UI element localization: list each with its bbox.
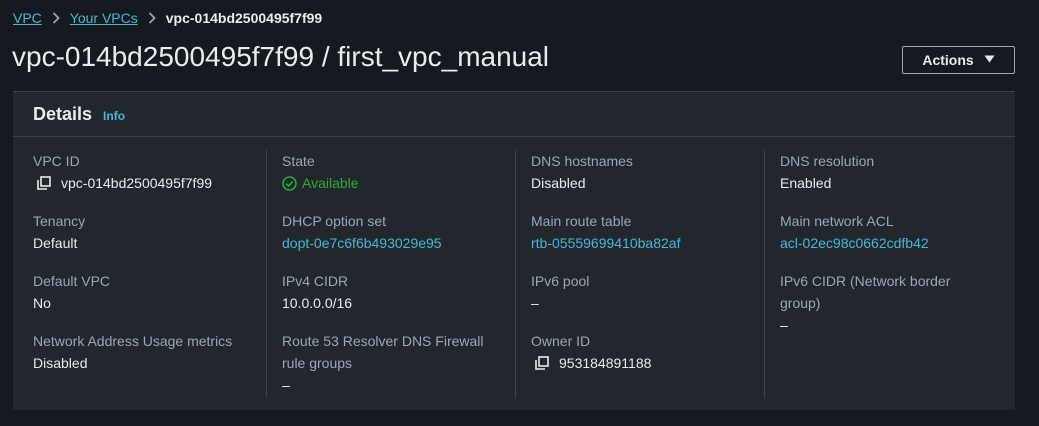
field-value: Disabled <box>33 355 88 371</box>
actions-label: Actions <box>922 52 974 68</box>
field-ipv6-cidr: IPv6 CIDR (Network border group) – <box>780 270 1009 352</box>
field-label: Route 53 Resolver DNS Firewall rule grou… <box>282 333 484 371</box>
main-route-table-link[interactable]: rtb-05559699410ba82af <box>531 232 760 254</box>
chevron-right-icon <box>52 12 60 24</box>
field-tenancy: Tenancy Default <box>33 210 262 270</box>
copy-icon[interactable] <box>531 356 549 370</box>
details-column-3: DNS hostnames Disabled Main route table … <box>511 150 760 398</box>
copy-icon[interactable] <box>33 176 51 190</box>
field-label: State <box>282 153 315 169</box>
field-label: Main route table <box>531 213 632 229</box>
breadcrumb-current: vpc-014bd2500495f7f99 <box>165 10 323 26</box>
field-dns-resolution: DNS resolution Enabled <box>780 150 1009 210</box>
main-network-acl-link[interactable]: acl-02ec98c0662cdfb42 <box>780 232 1009 254</box>
details-panel: Details Info VPC ID vpc-014bd2500495f7f9… <box>13 91 1015 410</box>
field-state: State Available <box>282 150 511 210</box>
field-label: Network Address Usage metrics <box>33 333 233 349</box>
field-label: Main network ACL <box>780 213 894 229</box>
state-value: Available <box>302 175 359 191</box>
check-circle-icon <box>282 175 297 191</box>
details-grid: VPC ID vpc-014bd2500495f7f99 Tenancy Def… <box>13 150 1015 398</box>
field-value: – <box>531 295 539 311</box>
field-label: IPv6 CIDR (Network border group) <box>780 273 951 311</box>
details-column-2: State Available DHCP option set dopt-0e7… <box>262 150 511 398</box>
field-value: Enabled <box>780 175 832 191</box>
field-label: Default VPC <box>33 273 111 289</box>
details-column-1: VPC ID vpc-014bd2500495f7f99 Tenancy Def… <box>13 150 262 398</box>
field-value: – <box>780 317 788 333</box>
field-value: No <box>33 295 51 311</box>
vpc-id-value: vpc-014bd2500495f7f99 <box>61 175 213 191</box>
field-value: Disabled <box>531 175 586 191</box>
owner-id-value: 953184891188 <box>559 355 652 371</box>
field-label: Tenancy <box>33 213 86 229</box>
field-main-network-acl: Main network ACL acl-02ec98c0662cdfb42 <box>780 210 1009 270</box>
details-column-4: DNS resolution Enabled Main network ACL … <box>760 150 1009 398</box>
field-dhcp-option-set: DHCP option set dopt-0e7c6f6b493029e95 <box>282 210 511 270</box>
field-default-vpc: Default VPC No <box>33 270 262 330</box>
field-label: DNS resolution <box>780 153 875 169</box>
field-main-route-table: Main route table rtb-05559699410ba82af <box>531 210 760 270</box>
field-value: Default <box>33 235 78 251</box>
field-label: Owner ID <box>531 333 591 349</box>
field-network-address-usage: Network Address Usage metrics Disabled <box>33 330 262 390</box>
field-vpc-id: VPC ID vpc-014bd2500495f7f99 <box>33 150 262 210</box>
field-ipv4-cidr: IPv4 CIDR 10.0.0.0/16 <box>282 270 511 330</box>
dhcp-option-set-link[interactable]: dopt-0e7c6f6b493029e95 <box>282 232 511 254</box>
details-header: Details Info <box>13 92 1015 137</box>
page-title: vpc-014bd2500495f7f99 / first_vpc_manual <box>12 41 550 72</box>
field-label: DNS hostnames <box>531 153 633 169</box>
field-label: IPv6 pool <box>531 273 590 289</box>
field-owner-id: Owner ID 953184891188 <box>531 330 760 390</box>
field-route53-firewall: Route 53 Resolver DNS Firewall rule grou… <box>282 330 511 412</box>
field-value: – <box>282 377 290 393</box>
field-label: DHCP option set <box>282 213 387 229</box>
field-value: vpc-014bd2500495f7f99 <box>33 172 262 194</box>
field-label: VPC ID <box>33 153 80 169</box>
field-dns-hostnames: DNS hostnames Disabled <box>531 150 760 210</box>
field-label: IPv4 CIDR <box>282 273 349 289</box>
info-link[interactable]: Info <box>103 109 125 123</box>
actions-button[interactable]: Actions <box>902 46 1015 74</box>
field-ipv6-pool: IPv6 pool – <box>531 270 760 330</box>
breadcrumb-vpc-link[interactable]: VPC <box>13 10 42 26</box>
details-title: Details <box>33 103 93 124</box>
field-value: 10.0.0.0/16 <box>282 295 353 311</box>
chevron-right-icon <box>148 12 156 24</box>
field-value: 953184891188 <box>531 352 760 374</box>
breadcrumb-your-vpcs-link[interactable]: Your VPCs <box>70 10 138 26</box>
caret-down-icon <box>984 55 995 66</box>
status-badge: Available <box>282 172 511 194</box>
breadcrumb: VPC Your VPCs vpc-014bd2500495f7f99 <box>13 10 322 26</box>
